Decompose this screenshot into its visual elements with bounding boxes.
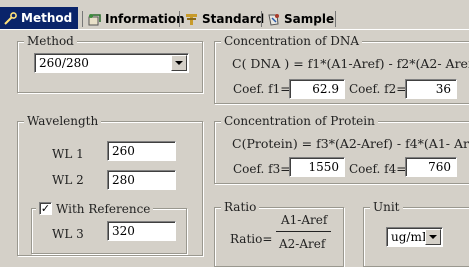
sample-icon bbox=[266, 12, 281, 27]
ratio-legend: Ratio bbox=[221, 200, 260, 214]
tab-information[interactable]: Information bbox=[84, 9, 188, 29]
tab-divider bbox=[0, 29, 469, 30]
wl3-input[interactable]: 320 bbox=[107, 221, 176, 241]
tab-separator bbox=[335, 11, 336, 27]
tab-method-label: Method bbox=[21, 11, 73, 25]
tab-standard[interactable]: Standard bbox=[181, 9, 267, 29]
method-select[interactable]: 260/280 bbox=[34, 53, 189, 73]
wl1-label: WL 1 bbox=[52, 147, 84, 161]
tab-sample[interactable]: Sample bbox=[263, 9, 337, 29]
ratio-prefix: Ratio= bbox=[230, 232, 273, 246]
tab-standard-label: Standard bbox=[202, 12, 265, 26]
method-dropdown-button[interactable] bbox=[171, 55, 187, 71]
tab-separator bbox=[261, 11, 262, 27]
method-select-value: 260/280 bbox=[39, 56, 89, 70]
tab-method[interactable]: Method bbox=[0, 7, 79, 29]
ratio-numerator: A1-Aref bbox=[281, 213, 328, 227]
unit-select-value: ug/mL bbox=[391, 230, 430, 244]
f3-input[interactable]: 1550 bbox=[289, 157, 345, 177]
tab-strip: Method Information Standard Sample bbox=[0, 0, 469, 29]
tab-separator bbox=[82, 11, 83, 27]
standard-icon bbox=[184, 12, 199, 27]
f4-label: Coef. f4= bbox=[349, 162, 407, 176]
wl2-input[interactable]: 280 bbox=[107, 170, 176, 190]
tab-separator bbox=[179, 11, 180, 27]
dna-legend: Concentration of DNA bbox=[221, 34, 363, 48]
dna-formula: C( DNA ) = f1*(A1-Aref) - f2*(A2- Aref) bbox=[232, 56, 469, 71]
fraction-bar bbox=[276, 231, 331, 232]
f3-label: Coef. f3= bbox=[233, 162, 291, 176]
unit-select[interactable]: ug/mL bbox=[386, 227, 443, 247]
chevron-down-icon bbox=[429, 235, 437, 239]
wl3-label: WL 3 bbox=[52, 227, 84, 241]
f2-label: Coef. f2= bbox=[349, 82, 407, 96]
info-icon bbox=[87, 12, 102, 27]
reference-label: With Reference bbox=[56, 201, 151, 216]
protein-formula: C(Protein) = f3*(A2-Aref) - f4*(A1- Aref… bbox=[232, 136, 469, 151]
ratio-denominator: A2-Aref bbox=[279, 237, 326, 251]
reference-checkbox[interactable]: ✓ bbox=[39, 202, 52, 215]
f1-label: Coef. f1= bbox=[233, 82, 291, 96]
wl2-label: WL 2 bbox=[52, 173, 84, 187]
wl1-input[interactable]: 260 bbox=[107, 141, 176, 161]
unit-dropdown-button[interactable] bbox=[425, 229, 441, 245]
f4-input[interactable]: 760 bbox=[405, 157, 457, 177]
chevron-down-icon bbox=[175, 61, 183, 65]
wrench-icon bbox=[3, 11, 18, 26]
tab-sample-label: Sample bbox=[284, 12, 335, 26]
wavelength-legend: Wavelength bbox=[24, 114, 102, 128]
reference-toggle[interactable]: ✓ With Reference bbox=[36, 201, 154, 216]
tab-information-label: Information bbox=[105, 12, 185, 26]
protein-legend: Concentration of Protein bbox=[221, 114, 378, 128]
unit-legend: Unit bbox=[370, 200, 403, 214]
method-legend: Method bbox=[24, 34, 77, 48]
f1-input[interactable]: 62.9 bbox=[289, 79, 345, 99]
f2-input[interactable]: 36 bbox=[405, 79, 457, 99]
